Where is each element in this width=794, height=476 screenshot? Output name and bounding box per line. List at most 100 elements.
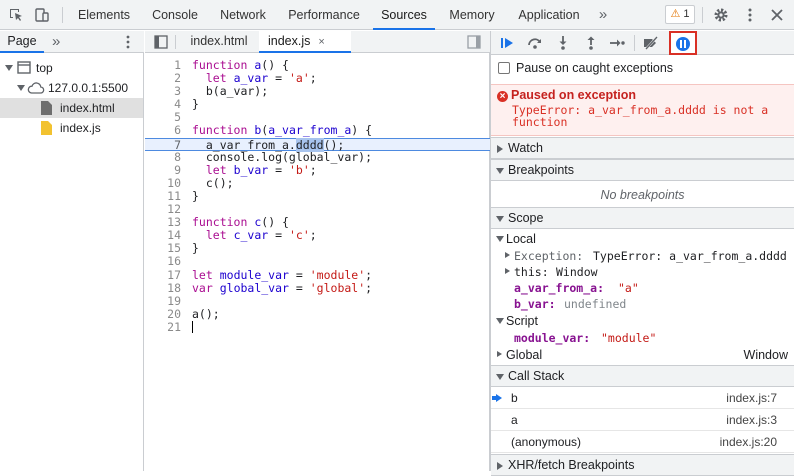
- step-over-icon[interactable]: [527, 35, 543, 51]
- panel-divider[interactable]: [490, 31, 491, 471]
- editor-tab-index-js[interactable]: index.js ×: [259, 31, 351, 53]
- navigator-more-button[interactable]: »: [52, 31, 60, 52]
- close-icon[interactable]: [769, 7, 785, 23]
- scope-property-exception[interactable]: Exception: TypeError: a_var_from_a.dddd: [491, 248, 794, 265]
- code-area[interactable]: 1 function a() { 2 let a_var = 'a'; 3 b(a…: [145, 58, 490, 334]
- step-into-icon[interactable]: [555, 35, 571, 51]
- section-call-stack[interactable]: Call Stack: [491, 365, 794, 387]
- tree-item-label: index.html: [60, 101, 115, 115]
- code-line[interactable]: 21: [145, 320, 490, 334]
- step-icon[interactable]: [609, 35, 625, 51]
- scope-property-b-var[interactable]: b_var: undefined: [491, 296, 794, 313]
- call-frame-a[interactable]: a index.js:3: [491, 409, 794, 431]
- code-line[interactable]: 8 console.log(global_var);: [145, 150, 490, 164]
- scope-property-this[interactable]: this: Window: [491, 264, 794, 281]
- collapse-arrow-icon[interactable]: [496, 216, 504, 222]
- pause-caught-checkbox[interactable]: [498, 62, 510, 74]
- collapse-arrow-icon[interactable]: [496, 318, 504, 324]
- line-number[interactable]: 21: [145, 320, 181, 334]
- step-out-icon[interactable]: [583, 35, 599, 51]
- line-number[interactable]: 16: [145, 255, 181, 268]
- inspect-element-icon[interactable]: [8, 7, 24, 23]
- tree-item-top[interactable]: top: [0, 58, 143, 78]
- collapse-arrow-icon[interactable]: [496, 236, 504, 242]
- text-cursor: [192, 321, 193, 334]
- section-watch[interactable]: Watch: [491, 137, 794, 159]
- tab-console[interactable]: Console: [146, 0, 204, 30]
- code-line[interactable]: 6 function b(a_var_from_a) {: [145, 124, 490, 137]
- warnings-badge[interactable]: ⚠ 1: [665, 5, 695, 24]
- call-frame-b[interactable]: b index.js:7: [491, 387, 794, 409]
- resume-icon[interactable]: [499, 35, 515, 51]
- call-frame-location[interactable]: index.js:20: [720, 431, 777, 453]
- close-tab-button[interactable]: ×: [318, 36, 324, 48]
- tab-elements[interactable]: Elements: [72, 0, 136, 30]
- tree-item-index-js[interactable]: index.js: [0, 118, 143, 138]
- line-number[interactable]: 6: [145, 124, 181, 137]
- collapse-arrow-icon[interactable]: [496, 168, 504, 174]
- toggle-debugger-icon[interactable]: [467, 35, 481, 49]
- expand-arrow-icon[interactable]: [505, 252, 510, 258]
- kebab-menu-icon[interactable]: [120, 34, 136, 50]
- scope-label: Local: [506, 232, 536, 246]
- line-number[interactable]: 9: [145, 163, 181, 177]
- section-scope[interactable]: Scope: [491, 207, 794, 229]
- scope-property-module-var[interactable]: module_var: "module": [491, 330, 794, 347]
- property-name: module_var:: [514, 331, 591, 345]
- current-frame-arrow-icon: [492, 394, 502, 402]
- cloud-icon: [27, 82, 45, 94]
- code-line[interactable]: 9 let b_var = 'b';: [145, 163, 490, 177]
- scope-local[interactable]: Local: [491, 231, 794, 248]
- code-line[interactable]: 10 c();: [145, 176, 490, 190]
- code-line[interactable]: 15}: [145, 242, 490, 255]
- tab-page[interactable]: Page: [0, 31, 44, 53]
- pause-caught-exceptions-row[interactable]: Pause on caught exceptions: [491, 55, 794, 83]
- scope-script[interactable]: Script: [491, 313, 794, 330]
- call-frame-location[interactable]: index.js:3: [726, 409, 777, 431]
- editor-tab-index-html[interactable]: index.html: [181, 31, 257, 53]
- gear-icon[interactable]: [713, 7, 729, 23]
- expand-arrow-icon[interactable]: [497, 351, 502, 357]
- code-line[interactable]: 20 a();: [145, 307, 490, 321]
- tab-network[interactable]: Network: [213, 0, 273, 30]
- section-label: Call Stack: [508, 369, 565, 383]
- deactivate-breakpoints-icon[interactable]: [643, 35, 659, 51]
- kebab-menu-icon[interactable]: [742, 7, 758, 23]
- line-number[interactable]: 18: [145, 281, 181, 295]
- debugger-sidebar: Pause on caught exceptions × Paused on e…: [491, 31, 794, 476]
- collapse-arrow-icon[interactable]: [496, 374, 504, 380]
- device-toolbar-icon[interactable]: [34, 7, 50, 23]
- expand-arrow-icon[interactable]: [17, 85, 25, 91]
- code-line[interactable]: 18 var global_var = 'global';: [145, 281, 490, 295]
- code-line[interactable]: 19: [145, 294, 490, 308]
- line-number[interactable]: 8: [145, 150, 181, 164]
- section-breakpoints[interactable]: Breakpoints: [491, 159, 794, 181]
- expand-arrow-icon[interactable]: [497, 462, 503, 470]
- execution-line[interactable]: 7 a_var_from_a.dddd();: [145, 137, 490, 152]
- code-line[interactable]: 4}: [145, 98, 490, 111]
- scope-global[interactable]: Global Window: [491, 347, 794, 364]
- toggle-navigator-icon[interactable]: [154, 35, 168, 49]
- line-number[interactable]: 17: [145, 268, 181, 282]
- expand-arrow-icon[interactable]: [505, 268, 510, 274]
- code-line[interactable]: 11}: [145, 189, 490, 203]
- line-number[interactable]: 20: [145, 307, 181, 321]
- js-file-icon: [41, 121, 52, 135]
- tab-performance[interactable]: Performance: [282, 0, 366, 30]
- section-xhr-breakpoints[interactable]: XHR/fetch Breakpoints: [491, 454, 794, 476]
- more-tabs-button[interactable]: »: [594, 0, 612, 30]
- editor-tab-bar: index.html index.js ×: [145, 31, 490, 53]
- tab-memory[interactable]: Memory: [443, 0, 501, 30]
- expand-arrow-icon[interactable]: [5, 65, 13, 71]
- tree-item-origin[interactable]: 127.0.0.1:5500: [0, 78, 143, 98]
- scope-property-a-var-from-a[interactable]: a_var_from_a: "a": [491, 280, 794, 297]
- call-frame-anonymous[interactable]: (anonymous) index.js:20: [491, 431, 794, 453]
- line-number[interactable]: 19: [145, 294, 181, 308]
- expand-arrow-icon[interactable]: [497, 145, 503, 153]
- call-frame-location[interactable]: index.js:7: [726, 387, 777, 409]
- tab-application[interactable]: Application: [511, 0, 587, 30]
- tab-sources[interactable]: Sources: [373, 0, 435, 30]
- tree-item-index-html[interactable]: index.html: [0, 98, 143, 118]
- line-number[interactable]: 10: [145, 176, 181, 190]
- pause-on-exceptions-button[interactable]: [669, 31, 697, 55]
